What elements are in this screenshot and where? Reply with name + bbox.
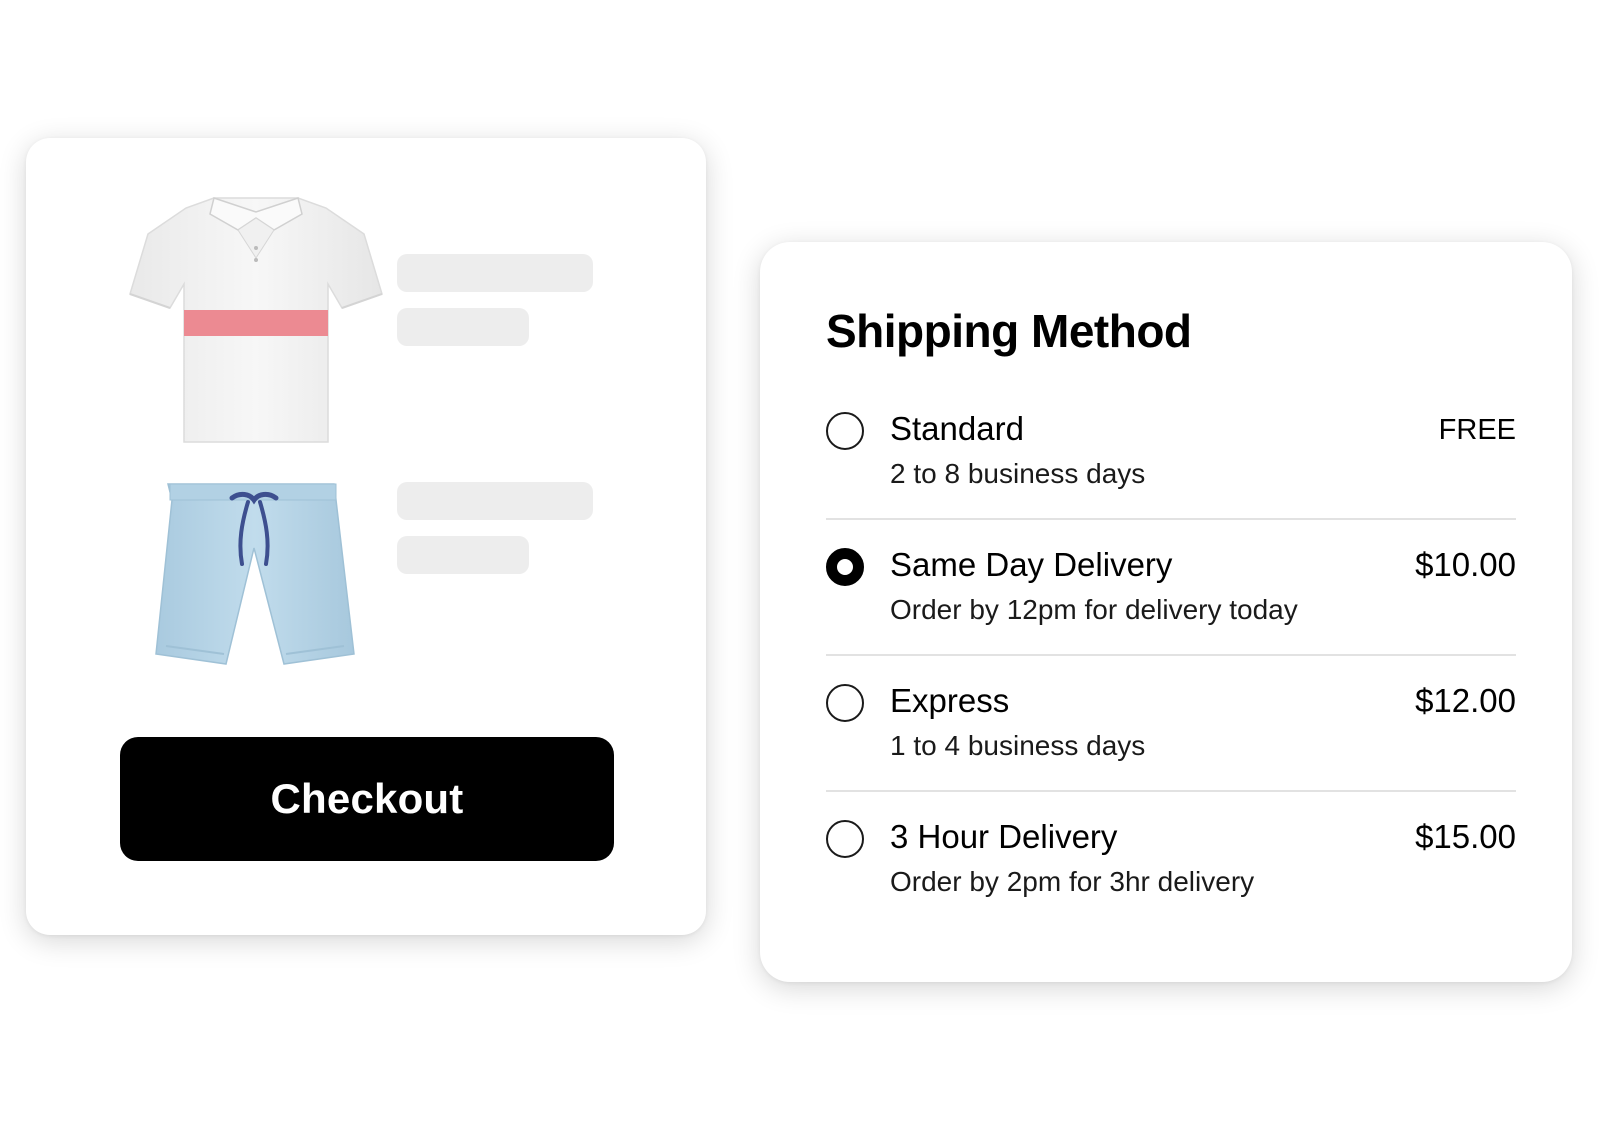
checkout-button[interactable]: Checkout: [120, 737, 614, 861]
option-name: Standard: [890, 410, 1024, 447]
option-name: Same Day Delivery: [890, 546, 1173, 583]
cart-card: Checkout: [26, 138, 706, 935]
shipping-option-standard[interactable]: Standard 2 to 8 business days FREE: [826, 384, 1516, 520]
radio-button[interactable]: [826, 412, 864, 450]
radio-button[interactable]: [826, 820, 864, 858]
cart-item-shirt: [126, 190, 386, 450]
polo-shirt-image: [129, 197, 383, 443]
page: Checkout Shipping Method Standard 2 to 8…: [0, 0, 1600, 1129]
shipping-option-express[interactable]: Express 1 to 4 business days $12.00: [826, 656, 1516, 792]
shipping-option-3-hour[interactable]: 3 Hour Delivery Order by 2pm for 3hr del…: [826, 792, 1516, 926]
option-price: $15.00: [1415, 818, 1516, 855]
option-price: $12.00: [1415, 682, 1516, 719]
cart-item-shorts: [126, 478, 386, 678]
radio-button[interactable]: [826, 684, 864, 722]
shorts-image: [155, 483, 355, 665]
item-title-placeholder: [397, 254, 593, 292]
option-price: FREE: [1438, 414, 1516, 446]
shipping-option-same-day[interactable]: Same Day Delivery Order by 12pm for deli…: [826, 520, 1516, 656]
option-description: 1 to 4 business days: [890, 730, 1146, 761]
shipping-method-card: Shipping Method Standard 2 to 8 business…: [760, 242, 1572, 982]
option-name: Express: [890, 682, 1010, 719]
shipping-method-title: Shipping Method: [826, 305, 1192, 357]
item-title-placeholder: [397, 482, 593, 520]
option-name: 3 Hour Delivery: [890, 818, 1118, 855]
option-description: 2 to 8 business days: [890, 458, 1146, 489]
radio-button-selected[interactable]: [826, 548, 864, 586]
item-price-placeholder: [397, 308, 529, 346]
option-price: $10.00: [1415, 546, 1516, 583]
option-description: Order by 2pm for 3hr delivery: [890, 866, 1255, 897]
option-description: Order by 12pm for delivery today: [890, 594, 1298, 625]
item-price-placeholder: [397, 536, 529, 574]
